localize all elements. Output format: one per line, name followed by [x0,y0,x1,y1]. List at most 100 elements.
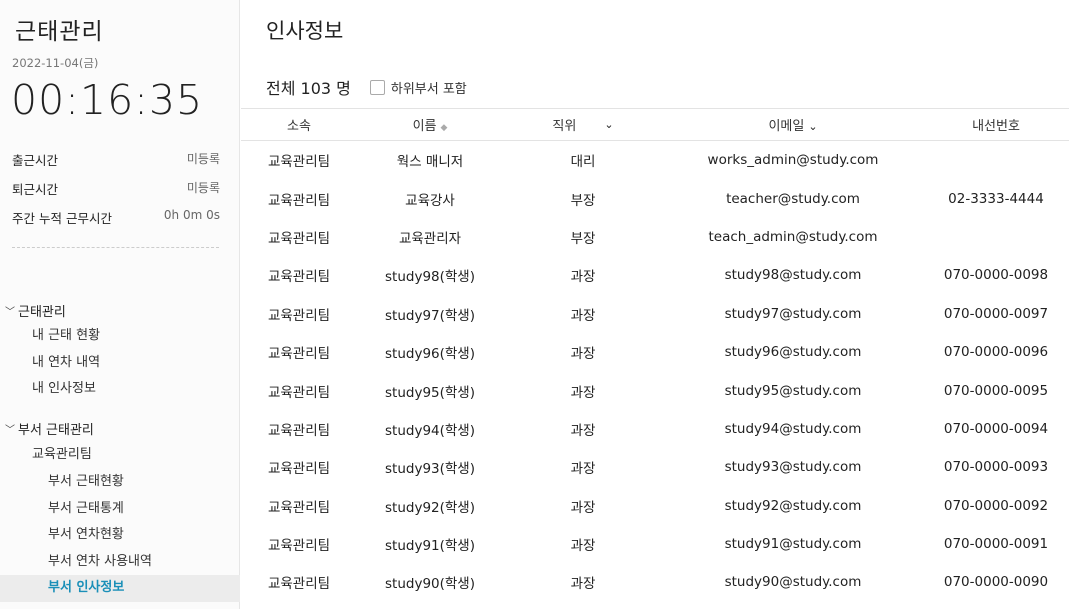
cell-position: 대리 [570,154,596,171]
chevron-down-icon: ⌄ [808,120,818,133]
checkout-time-label: 퇴근시간 [12,182,59,197]
table-row[interactable]: 교육관리팀 웍스 매니저 대리 works_admin@study.com [241,141,1069,179]
cell-email: teach_admin@study.com [708,228,878,245]
cell-extension: 070-0000-0092 [943,497,1049,514]
column-header-email[interactable]: 이메일 ⌄ [663,115,923,134]
nav-group-dept-label: 부서 근태관리 [18,422,94,438]
cell-name: study93(학생) [385,461,475,478]
checkout-time-value: 미등록 [186,181,220,195]
table-row[interactable]: 교육관리팀 study94(학생) 과장 study94@study.com 070-0… [241,410,1069,448]
nav-item-dept-attendance[interactable]: 부서 근태현황 [0,469,240,496]
nav-group-attendance-header[interactable]: ﹀ 근태관리 [0,297,240,323]
nav-item-my-hr-info[interactable]: 내 인사정보 [0,376,240,403]
cell-position: 과장 [570,422,596,439]
cell-email: study91@study.com [724,536,862,553]
cell-dept: 교육관리팀 [267,499,331,516]
cell-dept: 교육관리팀 [267,538,331,555]
cell-dept: 교육관리팀 [267,192,331,209]
nav-group-attendance: ﹀ 근태관리 내 근태 현황 내 연차 내역 내 인사정보 [0,297,240,403]
cell-dept: 교육관리팀 [267,461,331,478]
cell-name: 교육관리자 [398,230,462,247]
table-row[interactable]: 교육관리팀 study93(학생) 과장 study93@study.com 070-0… [241,448,1069,486]
column-header-extension: 내선번호 [972,119,1020,134]
table-header: 소속 이름 ◆ 직위 ⌄ 이메일 ⌄ 내선번호 [241,108,1069,141]
cell-position: 부장 [570,230,596,247]
cell-name: study98(학생) [385,269,475,286]
table-row[interactable]: 교육관리팀 study95(학생) 과장 study95@study.com 070-0… [241,371,1069,409]
cell-position: 과장 [570,538,596,555]
table-row[interactable]: 교육관리팀 study90(학생) 과장 study90@study.com 070-0… [241,563,1069,601]
cell-dept: 교육관리팀 [267,384,331,401]
cell-email: study97@study.com [724,305,862,322]
sort-icon: ◆ [440,123,448,133]
cell-email: study96@study.com [724,344,862,361]
table-row[interactable]: 교육관리팀 교육강사 부장 teacher@study.com 02-3333-4444 [241,179,1069,217]
table-row[interactable]: 교육관리팀 study97(학생) 과장 study97@study.com 070-0… [241,295,1069,333]
cell-name: study96(학생) [385,346,475,363]
nav-item-my-attendance[interactable]: 내 근태 현황 [0,323,240,350]
nav-group-dept-header[interactable]: ﹀ 부서 근태관리 [0,415,240,441]
column-header-position[interactable]: 직위 ⌄ [503,115,663,134]
nav-item-dept-stats[interactable]: 부서 근태통계 [0,496,240,523]
current-date: 2022-11-04(금) [12,56,99,70]
nav-item-dept-hr-info[interactable]: 부서 인사정보 [0,575,240,602]
table-row[interactable]: 교육관리팀 교육관리자 부장 teach_admin@study.com [241,218,1069,256]
cell-name: 교육강사 [405,192,455,209]
table-row[interactable]: 교육관리팀 study96(학생) 과장 study96@study.com 070-0… [241,333,1069,371]
cell-email: study93@study.com [724,459,862,476]
nav-group-attendance-label: 근태관리 [18,304,66,320]
cell-extension: 070-0000-0095 [943,382,1049,399]
sidebar: 근태관리 2022-11-04(금) 00:16:35 출근시간 미등록 퇴근시… [0,0,240,609]
cell-position: 부장 [570,192,596,209]
table-row[interactable]: 교육관리팀 study98(학생) 과장 study98@study.com 070-0… [241,256,1069,294]
cell-position: 과장 [570,346,596,363]
chevron-down-icon: ﹀ [5,306,15,318]
cell-extension: 070-0000-0098 [943,267,1049,284]
cell-name: study97(학생) [385,307,475,324]
nav-item-my-leave[interactable]: 내 연차 내역 [0,350,240,377]
table-row[interactable]: 교육관리팀 study92(학생) 과장 study92@study.com 070-0… [241,487,1069,525]
include-subdept-label[interactable]: 하위부서 포함 [391,78,467,97]
cell-email: study92@study.com [724,497,862,514]
cell-dept: 교육관리팀 [267,346,331,363]
cell-name: study94(학생) [385,422,475,439]
cell-position: 과장 [570,307,596,324]
cell-position: 과장 [570,384,596,401]
cell-name: study90(학생) [385,576,475,593]
cell-dept: 교육관리팀 [267,422,331,439]
page-title: 인사정보 [266,19,344,43]
cell-name: 웍스 매니저 [396,154,464,171]
cell-dept: 교육관리팀 [267,230,331,247]
cell-email: works_admin@study.com [707,152,879,169]
cell-name: study92(학생) [385,499,475,516]
checkin-time-label: 출근시간 [12,153,59,168]
table-row[interactable]: 교육관리팀 study91(학생) 과장 study91@study.com 070-0… [241,525,1069,563]
cell-extension: 070-0000-0091 [943,536,1049,553]
cell-dept: 교육관리팀 [267,269,331,286]
cell-dept: 교육관리팀 [267,307,331,324]
nav-group-dept: ﹀ 부서 근태관리 교육관리팀 부서 근태현황 부서 근태통계 부서 연차현황 … [0,415,240,602]
hr-table: 소속 이름 ◆ 직위 ⌄ 이메일 ⌄ 내선번호 교육관리팀 웍스 매니저 대리 works_… [241,108,1069,602]
cell-extension: 070-0000-0096 [943,344,1049,361]
cell-position: 과장 [570,461,596,478]
nav-item-dept-leave[interactable]: 부서 연차현황 [0,522,240,549]
cell-extension: 070-0000-0090 [943,574,1049,591]
nav-item-dept-leave-usage[interactable]: 부서 연차 사용내역 [0,549,240,576]
cell-email: study95@study.com [724,382,862,399]
count-row: 전체 103 명 하위부서 포함 [266,75,467,99]
include-subdept-checkbox[interactable] [369,79,385,95]
column-header-name[interactable]: 이름 ◆ [357,115,503,134]
chevron-down-icon: ⌄ [604,118,614,131]
checkout-time-row: 퇴근시간 미등록 [12,179,220,198]
table-body: 교육관리팀 웍스 매니저 대리 works_admin@study.com 교육관리팀 교… [241,141,1069,602]
cell-extension: 070-0000-0097 [943,305,1049,322]
cell-dept: 교육관리팀 [267,154,331,171]
sidebar-divider [12,247,219,248]
nav-dept-team[interactable]: 교육관리팀 [0,441,240,469]
cell-position: 과장 [570,499,596,516]
cell-email: study90@study.com [724,574,862,591]
cell-email: study98@study.com [724,267,862,284]
cell-position: 과장 [570,576,596,593]
main-content: 인사정보 전체 103 명 하위부서 포함 소속 이름 ◆ 직위 ⌄ 이메일 ⌄ 내선… [241,0,1069,609]
checkin-time-value: 미등록 [186,152,220,166]
